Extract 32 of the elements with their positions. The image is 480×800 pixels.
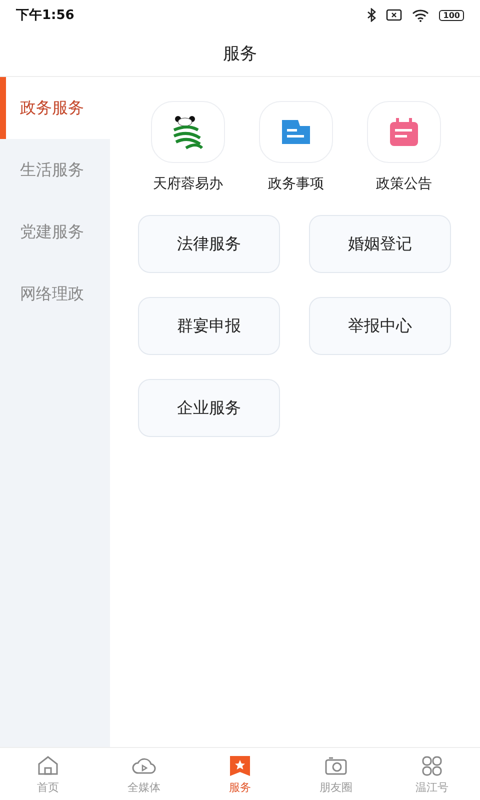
battery-level: 100 bbox=[439, 10, 464, 20]
sidebar-item[interactable]: 网络理政 bbox=[0, 263, 110, 325]
app-label: 天府蓉易办 bbox=[153, 175, 223, 193]
bluetooth-icon bbox=[367, 8, 376, 22]
sidebar-item[interactable]: 政务服务 bbox=[0, 77, 110, 139]
tab-label[interactable]: 温江号 bbox=[416, 780, 448, 794]
app-label: 政务事项 bbox=[268, 175, 324, 193]
app-tile[interactable] bbox=[151, 101, 225, 163]
home-icon[interactable] bbox=[36, 754, 60, 778]
wifi-icon bbox=[412, 8, 430, 22]
service-button[interactable]: 举报中心 bbox=[309, 297, 451, 355]
sidebar-item[interactable]: 党建服务 bbox=[0, 201, 110, 263]
tab-label[interactable]: 全媒体 bbox=[128, 780, 160, 794]
sidebar-item[interactable]: 生活服务 bbox=[0, 139, 110, 201]
folder-icon bbox=[280, 118, 312, 146]
app-label: 政策公告 bbox=[376, 175, 432, 193]
calendar-icon bbox=[388, 117, 420, 147]
no-sim-icon bbox=[386, 9, 402, 21]
tab-label[interactable]: 首页 bbox=[37, 780, 59, 794]
tab-label[interactable]: 服务 bbox=[229, 780, 251, 794]
app-tile[interactable] bbox=[367, 101, 441, 163]
service-button[interactable]: 法律服务 bbox=[138, 215, 280, 273]
status-time: 下午1:56 bbox=[16, 7, 74, 24]
panda-logo-icon bbox=[172, 114, 204, 150]
app-tile[interactable] bbox=[259, 101, 333, 163]
service-button[interactable]: 婚姻登记 bbox=[309, 215, 451, 273]
page-title: 服务 bbox=[223, 42, 257, 64]
service-button[interactable]: 企业服务 bbox=[138, 379, 280, 437]
star-icon[interactable] bbox=[228, 754, 252, 778]
service-button[interactable]: 群宴申报 bbox=[138, 297, 280, 355]
grid-icon[interactable] bbox=[420, 754, 444, 778]
tab-label[interactable]: 朋友圈 bbox=[320, 780, 352, 794]
